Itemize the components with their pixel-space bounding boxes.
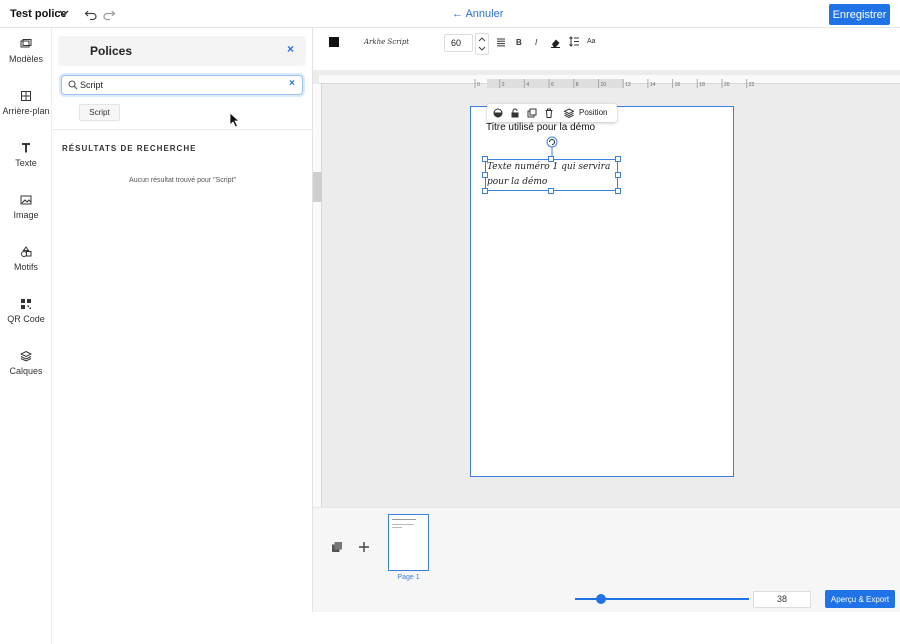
ruler-tick-label: 14	[650, 82, 656, 88]
pages-bar: Page 1	[313, 507, 900, 587]
ruler-tick-label: 20	[724, 82, 730, 88]
save-button[interactable]: Enregistrer	[829, 4, 890, 25]
rail-item-label: Calques	[9, 366, 43, 376]
resize-handle[interactable]	[615, 172, 621, 178]
resize-handle[interactable]	[615, 156, 621, 162]
top-bar: Test police ← Annuler Enregistrer	[0, 0, 900, 28]
ruler-tick-label: 4	[526, 82, 529, 88]
panel-title: Polices	[90, 44, 133, 58]
ruler-tick-label: 16	[675, 82, 681, 88]
zoom-slider-handle[interactable]	[596, 594, 607, 604]
page-thumbnail[interactable]	[388, 514, 429, 571]
no-results-message: Aucun résultat trouvé pour "Script"	[129, 177, 236, 184]
font-search-box: ×	[61, 75, 303, 95]
bottom-bar: 38 Aperçu & Export	[313, 587, 900, 612]
rail-item-label: Modèles	[8, 54, 44, 64]
canvas-area: 0 2 4 6 8 10 12 14 16 18 20 22 Position Titre utili…	[313, 70, 900, 507]
resize-handle[interactable]	[482, 188, 488, 194]
resize-handle[interactable]	[548, 188, 554, 194]
layers-icon	[20, 350, 32, 362]
preview-export-button[interactable]: Aperçu & Export	[825, 590, 895, 608]
rail-item-label: Texte	[15, 158, 37, 168]
mouse-pointer-icon	[229, 112, 241, 128]
redo-icon[interactable]	[102, 7, 116, 21]
shapes-icon	[21, 246, 32, 257]
ruler-ticks: 0 2 4 6 8 10 12 14 16 18 20 22	[474, 79, 755, 88]
text-icon	[22, 143, 30, 153]
resize-handle[interactable]	[548, 156, 554, 162]
rail-item-text[interactable]: Texte	[0, 142, 52, 168]
font-size-input[interactable]: 60	[444, 34, 473, 52]
fonts-panel: Polices × × Script RÉSULTATS DE RECHERCH…	[52, 28, 313, 612]
templates-icon	[20, 39, 32, 48]
cancel-label: Annuler	[465, 8, 504, 20]
ruler-tick-label: 18	[699, 82, 705, 88]
eraser-icon[interactable]	[550, 37, 561, 48]
left-rail: Modèles Arrière-plan Texte Image Motifs …	[0, 28, 52, 644]
stepper-arrows-icon	[478, 37, 486, 51]
ruler-tick-label: 22	[749, 82, 755, 88]
arrow-left-icon: ←	[452, 8, 466, 20]
rail-item-layers[interactable]: Calques	[0, 350, 52, 376]
recent-search-chip[interactable]: Script	[79, 104, 120, 121]
rail-item-image[interactable]: Image	[0, 194, 52, 220]
duplicate-page-icon[interactable]	[331, 541, 343, 553]
close-icon[interactable]: ×	[287, 42, 294, 56]
top-ruler: 0 2 4 6 8 10 12 14 16 18 20 22	[319, 75, 900, 88]
font-family-selector[interactable]: Arkhe Script	[364, 38, 409, 46]
ruler-tick-label: 12	[625, 82, 631, 88]
trash-icon[interactable]	[544, 108, 554, 118]
rail-item-label: QR Code	[7, 314, 45, 324]
chevron-down-icon[interactable]	[58, 6, 70, 20]
left-ruler	[313, 84, 322, 507]
add-page-icon[interactable]	[358, 541, 370, 553]
align-justify-icon[interactable]	[496, 37, 506, 47]
resize-handle[interactable]	[482, 156, 488, 162]
bold-button[interactable]: B	[516, 38, 522, 47]
context-toolbar: Position	[487, 104, 617, 122]
divider	[52, 129, 313, 130]
resize-handle[interactable]	[615, 188, 621, 194]
font-search-input[interactable]	[80, 78, 280, 92]
rail-item-shapes[interactable]: Motifs	[0, 246, 52, 272]
zoom-value-input[interactable]: 38	[753, 591, 811, 608]
unlock-icon[interactable]	[510, 108, 520, 118]
panel-header: Polices ×	[58, 36, 306, 66]
layers-position-icon[interactable]	[564, 108, 574, 118]
italic-button[interactable]: I	[535, 38, 537, 47]
rail-item-templates[interactable]: Modèles	[0, 38, 52, 64]
ruler-tick-label: 8	[576, 82, 579, 88]
duplicate-icon[interactable]	[527, 108, 537, 118]
rail-item-label: Arrière-plan	[2, 106, 50, 116]
search-icon	[68, 80, 78, 90]
left-ruler-ticks	[313, 172, 322, 202]
line-spacing-icon[interactable]	[569, 36, 580, 47]
text-case-button[interactable]: Aa	[587, 38, 596, 45]
background-icon	[21, 91, 31, 101]
font-size-stepper[interactable]	[475, 33, 489, 55]
image-icon	[20, 195, 32, 205]
opacity-icon[interactable]	[493, 108, 503, 118]
rail-item-label: Motifs	[13, 262, 38, 272]
clear-search-icon[interactable]: ×	[289, 78, 295, 89]
cancel-link[interactable]: ← Annuler	[452, 8, 503, 20]
text-color-swatch[interactable]	[329, 37, 339, 47]
page-thumbnail-label: Page 1	[397, 574, 420, 581]
selected-text-element[interactable]: Texte numéro 1 qui servira pour la démo	[487, 160, 619, 190]
rail-item-background[interactable]: Arrière-plan	[0, 90, 52, 116]
qr-code-icon	[21, 299, 31, 309]
ruler-tick-label: 0	[477, 82, 480, 88]
undo-icon[interactable]	[84, 7, 98, 21]
rail-item-qr-code[interactable]: QR Code	[0, 298, 52, 324]
position-button[interactable]: Position	[579, 108, 607, 117]
resize-handle[interactable]	[482, 172, 488, 178]
results-heading: RÉSULTATS DE RECHERCHE	[62, 144, 197, 153]
heading-text-element[interactable]: Titre utilisé pour la démo	[486, 122, 595, 133]
rail-item-label: Image	[13, 210, 39, 220]
ruler-tick-label: 6	[551, 82, 554, 88]
ruler-tick-label: 10	[601, 82, 607, 88]
ruler-tick-label: 2	[502, 82, 505, 88]
text-toolbar: Arkhe Script 60 B I Aa	[313, 28, 900, 70]
